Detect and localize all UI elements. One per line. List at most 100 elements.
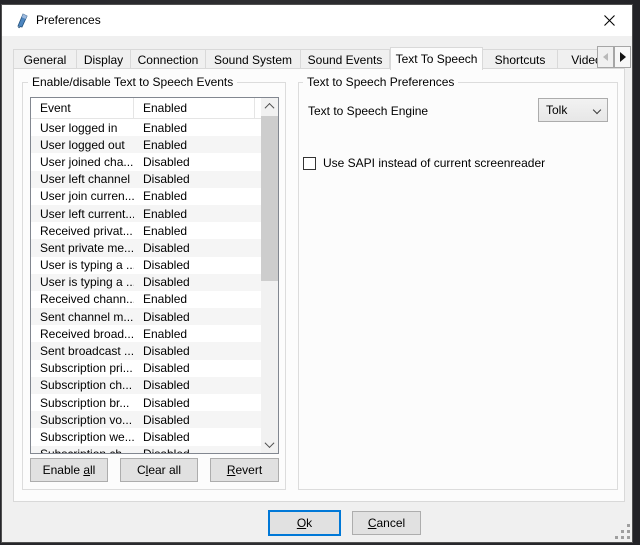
enabled-cell: Disabled: [134, 172, 263, 186]
table-row[interactable]: Received chann...Enabled: [31, 291, 263, 308]
tab-shortcuts[interactable]: Shortcuts: [483, 49, 558, 70]
enabled-cell: Disabled: [134, 413, 263, 427]
table-row[interactable]: Received privat...Enabled: [31, 222, 263, 239]
close-button[interactable]: [587, 5, 632, 36]
table-row[interactable]: Subscription br...Disabled: [31, 394, 263, 411]
table-row[interactable]: User is typing a ...Disabled: [31, 257, 263, 274]
cancel-button[interactable]: Cancel: [352, 511, 421, 535]
enabled-cell: Enabled: [134, 207, 263, 221]
table-row[interactable]: Sent channel m...Disabled: [31, 308, 263, 325]
sapi-checkbox[interactable]: [303, 157, 316, 170]
tts-preferences-groupbox: Text to Speech Preferences Text to Speec…: [298, 82, 618, 490]
tab-general[interactable]: General: [13, 49, 77, 70]
event-cell: Subscription vo...: [31, 413, 134, 427]
table-row[interactable]: User left current...Enabled: [31, 205, 263, 222]
ok-button[interactable]: Ok: [268, 510, 341, 536]
event-cell: User join curren...: [31, 189, 134, 203]
table-row[interactable]: Received broad...Enabled: [31, 325, 263, 342]
tab-scroll-left-button[interactable]: [597, 46, 614, 68]
enabled-cell: Disabled: [134, 344, 263, 358]
tab-text-to-speech[interactable]: Text To Speech: [390, 47, 483, 70]
table-row[interactable]: User left channelDisabled: [31, 171, 263, 188]
enable-all-button[interactable]: Enable all: [30, 458, 108, 482]
resize-grip[interactable]: [627, 524, 630, 527]
enabled-cell: Disabled: [134, 378, 263, 392]
events-groupbox: Enable/disable Text to Speech Events Eve…: [22, 82, 286, 490]
sapi-checkbox-label: Use SAPI instead of current screenreader: [323, 156, 545, 170]
close-icon: [604, 15, 615, 26]
table-row[interactable]: Subscription ch...Disabled: [31, 377, 263, 394]
enabled-cell: Disabled: [134, 310, 263, 324]
table-row[interactable]: Sent private me...Disabled: [31, 239, 263, 256]
event-cell: User joined cha...: [31, 155, 134, 169]
scroll-down-button[interactable]: [261, 436, 278, 453]
enabled-cell: Disabled: [134, 155, 263, 169]
event-cell: User left channel: [31, 172, 134, 186]
enabled-cell: Enabled: [134, 138, 263, 152]
tab-video[interactable]: Video: [558, 49, 599, 70]
table-row[interactable]: Subscription ch...Disabled: [31, 446, 263, 454]
tab-strip: GeneralDisplayConnectionSound SystemSoun…: [13, 46, 599, 70]
tts-events-list[interactable]: Event Enabled User logged inEnabledUser …: [30, 97, 279, 454]
tts-preferences-group-title: Text to Speech Preferences: [303, 75, 458, 89]
tab-display[interactable]: Display: [77, 49, 131, 70]
event-cell: User left current...: [31, 207, 134, 221]
clear-all-button[interactable]: Clear all: [120, 458, 198, 482]
event-cell: Subscription ch...: [31, 378, 134, 392]
column-header-enabled[interactable]: Enabled: [134, 98, 255, 118]
tab-scroll-right-button[interactable]: [614, 46, 631, 68]
table-row[interactable]: Subscription we...Disabled: [31, 428, 263, 445]
event-cell: Received privat...: [31, 224, 134, 238]
event-cell: Subscription br...: [31, 396, 134, 410]
chevron-down-icon: [265, 438, 275, 448]
engine-label: Text to Speech Engine: [308, 104, 428, 118]
enabled-cell: Enabled: [134, 121, 263, 135]
table-row[interactable]: User logged outEnabled: [31, 136, 263, 153]
table-row[interactable]: User join curren...Enabled: [31, 188, 263, 205]
preferences-dialog: Preferences GeneralDisplayConnectionSoun…: [1, 4, 633, 543]
tab-connection[interactable]: Connection: [131, 49, 206, 70]
tts-engine-value: Tolk: [546, 103, 567, 117]
scroll-up-button[interactable]: [261, 98, 278, 115]
tab-sound-system[interactable]: Sound System: [206, 49, 301, 70]
event-cell: User is typing a ...: [31, 258, 134, 272]
event-cell: Subscription we...: [31, 430, 134, 444]
event-cell: Sent broadcast ...: [31, 344, 134, 358]
revert-button[interactable]: Revert: [210, 458, 279, 482]
table-row[interactable]: User logged inEnabled: [31, 119, 263, 136]
enabled-cell: Disabled: [134, 275, 263, 289]
table-row[interactable]: User is typing a ...Disabled: [31, 274, 263, 291]
table-row[interactable]: Subscription pri...Disabled: [31, 360, 263, 377]
title-bar[interactable]: Preferences: [2, 5, 632, 36]
tab-sound-events[interactable]: Sound Events: [301, 49, 390, 70]
table-row[interactable]: Subscription vo...Disabled: [31, 411, 263, 428]
enabled-cell: Disabled: [134, 430, 263, 444]
event-cell: Received chann...: [31, 292, 134, 306]
table-row[interactable]: Sent broadcast ...Disabled: [31, 342, 263, 359]
event-cell: User logged out: [31, 138, 134, 152]
event-cell: Sent channel m...: [31, 310, 134, 324]
enabled-cell: Disabled: [134, 396, 263, 410]
column-header-event[interactable]: Event: [31, 98, 134, 118]
enabled-cell: Disabled: [134, 361, 263, 375]
enabled-cell: Enabled: [134, 189, 263, 203]
table-row[interactable]: User joined cha...Disabled: [31, 153, 263, 170]
combo-chevron-down-icon: [593, 106, 601, 114]
enabled-cell: Enabled: [134, 292, 263, 306]
events-group-title: Enable/disable Text to Speech Events: [28, 75, 237, 89]
list-header[interactable]: Event Enabled: [31, 98, 263, 119]
vertical-scrollbar[interactable]: [261, 98, 278, 453]
chevron-up-icon: [265, 103, 275, 113]
event-cell: Sent private me...: [31, 241, 134, 255]
app-icon: [14, 12, 31, 29]
enabled-cell: Disabled: [134, 447, 263, 454]
tab-page-text-to-speech: Enable/disable Text to Speech Events Eve…: [13, 68, 625, 502]
scrollbar-thumb[interactable]: [261, 116, 278, 281]
event-cell: User logged in: [31, 121, 134, 135]
enabled-cell: Disabled: [134, 258, 263, 272]
sapi-checkbox-row[interactable]: Use SAPI instead of current screenreader: [303, 156, 545, 170]
enabled-cell: Enabled: [134, 327, 263, 341]
tts-engine-select[interactable]: Tolk: [538, 98, 608, 122]
event-cell: Received broad...: [31, 327, 134, 341]
dialog-footer: Ok Cancel: [2, 502, 632, 542]
